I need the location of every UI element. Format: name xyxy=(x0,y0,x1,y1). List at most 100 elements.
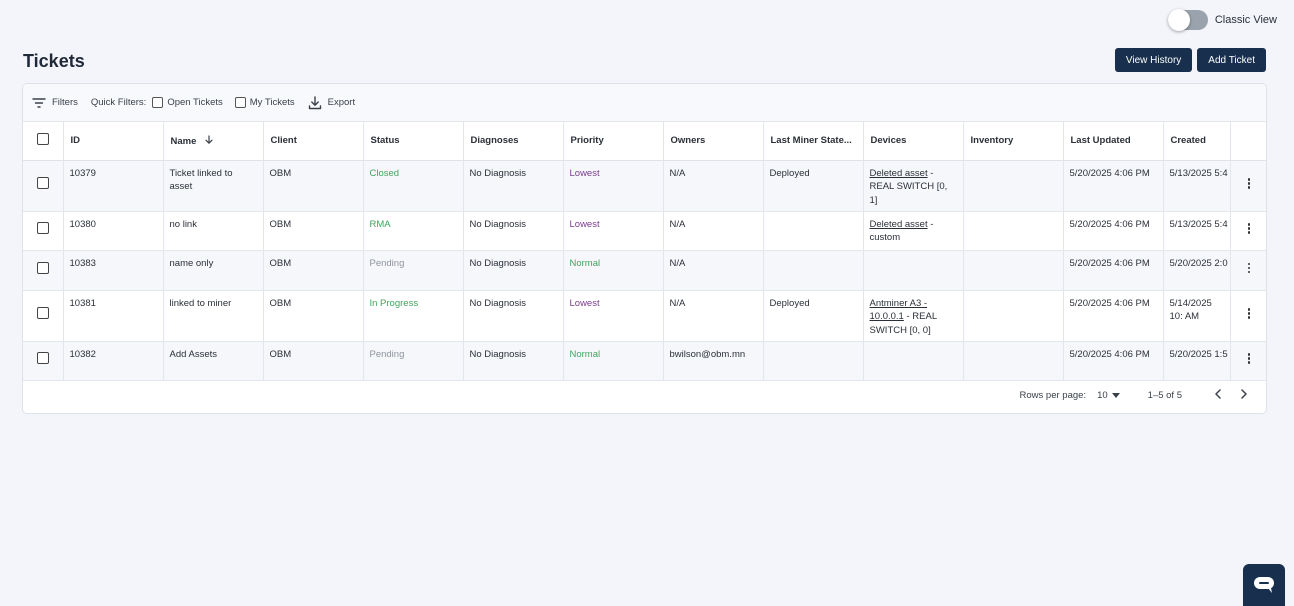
row-select-cell xyxy=(23,290,64,342)
cell-inventory xyxy=(963,341,1064,381)
chevron-right-icon xyxy=(1241,388,1247,399)
cell-priority: Normal xyxy=(563,250,664,291)
cell-name: no link xyxy=(163,211,264,251)
classic-view-label: Classic View xyxy=(1214,14,1277,26)
table-row[interactable]: 10380 no link OBM RMA No Diagnosis Lowes… xyxy=(23,211,1266,251)
export-icon xyxy=(308,95,321,109)
column-header-id[interactable]: ID xyxy=(63,122,164,161)
device-link[interactable]: Deleted asset xyxy=(870,168,928,179)
row-select-cell xyxy=(23,160,64,212)
column-header-name[interactable]: Name xyxy=(163,122,264,161)
previous-page-button[interactable] xyxy=(1208,388,1228,402)
export-button[interactable]: Export xyxy=(308,95,355,110)
column-header-devices[interactable]: Devices xyxy=(863,122,964,161)
cell-owners: N/A xyxy=(663,290,764,342)
row-checkbox[interactable] xyxy=(36,352,49,365)
cell-status: Closed xyxy=(363,160,464,212)
row-actions-cell xyxy=(1230,341,1266,381)
column-header-inventory[interactable]: Inventory xyxy=(963,122,1064,161)
rows-per-page-value: 10 xyxy=(1097,389,1108,401)
cell-priority: Lowest xyxy=(563,290,664,342)
cell-priority: Lowest xyxy=(563,160,664,212)
row-actions-cell xyxy=(1230,211,1266,251)
open-tickets-label: Open Tickets xyxy=(167,97,223,108)
kebab-menu-icon[interactable] xyxy=(1244,222,1254,236)
my-tickets-label: My Tickets xyxy=(249,97,295,108)
cell-priority: Lowest xyxy=(563,211,664,251)
column-header-last-miner-state[interactable]: Last Miner State... xyxy=(763,122,864,161)
quick-filters-label: Quick Filters: xyxy=(90,97,147,108)
table-row[interactable]: 10381 linked to miner OBM In Progress No… xyxy=(23,290,1266,342)
next-page-button[interactable] xyxy=(1234,388,1254,402)
filter-icon xyxy=(32,97,46,108)
select-all-cell xyxy=(23,122,64,161)
column-header-priority[interactable]: Priority xyxy=(563,122,664,161)
cell-diagnoses: No Diagnosis xyxy=(463,211,564,251)
chat-launcher-button[interactable] xyxy=(1243,564,1285,606)
cell-last-miner-state: Deployed xyxy=(763,160,864,212)
table-row[interactable]: 10382 Add Assets OBM Pending No Diagnosi… xyxy=(23,341,1266,381)
column-header-owners[interactable]: Owners xyxy=(663,122,764,161)
cell-status: In Progress xyxy=(363,290,464,342)
cell-last-updated: 5/20/2025 4:06 PM xyxy=(1063,250,1164,291)
row-select-cell xyxy=(23,211,64,251)
open-tickets-filter[interactable]: Open Tickets xyxy=(152,97,223,108)
cell-last-updated: 5/20/2025 4:06 PM xyxy=(1063,341,1164,381)
row-actions-cell xyxy=(1230,290,1266,342)
column-header-client[interactable]: Client xyxy=(263,122,364,161)
cell-id: 10383 xyxy=(63,250,164,291)
column-header-status[interactable]: Status xyxy=(363,122,464,161)
classic-view-toggle[interactable] xyxy=(1167,9,1208,31)
cell-owners: N/A xyxy=(663,160,764,212)
row-checkbox[interactable] xyxy=(36,307,49,320)
cell-client: OBM xyxy=(263,211,364,251)
my-tickets-checkbox[interactable] xyxy=(234,97,246,108)
cell-client: OBM xyxy=(263,160,364,212)
cell-devices xyxy=(863,341,964,381)
rows-per-page-label: Rows per page: xyxy=(1019,389,1087,401)
select-all-checkbox[interactable] xyxy=(36,133,49,146)
view-history-button[interactable]: View History xyxy=(1114,48,1193,72)
cell-priority: Normal xyxy=(563,341,664,381)
cell-name: Ticket linked to asset xyxy=(163,160,264,212)
row-checkbox[interactable] xyxy=(36,261,49,274)
cell-name: Add Assets xyxy=(163,341,264,381)
cell-inventory xyxy=(963,160,1064,212)
cell-id: 10380 xyxy=(63,211,164,251)
kebab-menu-icon[interactable] xyxy=(1244,177,1254,191)
device-link[interactable]: Deleted asset xyxy=(870,219,928,230)
cell-last-updated: 5/20/2025 4:06 PM xyxy=(1063,211,1164,251)
cell-devices: Antminer A3 - 10.0.0.1 - REAL SWITCH [0,… xyxy=(863,290,964,342)
kebab-menu-icon[interactable] xyxy=(1244,352,1254,366)
cell-diagnoses: No Diagnosis xyxy=(463,160,564,212)
row-checkbox[interactable] xyxy=(36,177,49,190)
column-header-last-updated[interactable]: Last Updated xyxy=(1063,122,1164,161)
cell-client: OBM xyxy=(263,250,364,291)
cell-inventory xyxy=(963,250,1064,291)
cell-created: 5/14/2025 10: AM xyxy=(1163,290,1231,342)
filters-label: Filters xyxy=(52,97,78,108)
column-header-diagnoses[interactable]: Diagnoses xyxy=(463,122,564,161)
cell-name: linked to miner xyxy=(163,290,264,342)
open-tickets-checkbox[interactable] xyxy=(152,97,164,108)
filters-button[interactable]: Filters xyxy=(32,97,78,108)
column-header-created[interactable]: Created xyxy=(1163,122,1231,161)
cell-created: 5/13/2025 5:4 xyxy=(1163,211,1231,251)
cell-last-miner-state: Deployed xyxy=(763,290,864,342)
rows-per-page-select[interactable]: 10 xyxy=(1097,390,1120,401)
cell-owners: N/A xyxy=(663,211,764,251)
cell-id: 10379 xyxy=(63,160,164,212)
cell-devices xyxy=(863,250,964,291)
kebab-menu-icon[interactable] xyxy=(1244,261,1254,275)
cell-last-updated: 5/20/2025 4:06 PM xyxy=(1063,160,1164,212)
toggle-knob xyxy=(1167,9,1190,31)
column-header-name-label: Name xyxy=(170,135,197,147)
row-select-cell xyxy=(23,250,64,291)
table-row[interactable]: 10379 Ticket linked to asset OBM Closed … xyxy=(23,160,1266,212)
add-ticket-button[interactable]: Add Ticket xyxy=(1197,48,1266,72)
table-row[interactable]: 10383 name only OBM Pending No Diagnosis… xyxy=(23,250,1266,291)
row-checkbox[interactable] xyxy=(36,222,49,235)
kebab-menu-icon[interactable] xyxy=(1244,307,1254,321)
my-tickets-filter[interactable]: My Tickets xyxy=(234,97,295,108)
cell-last-updated: 5/20/2025 4:06 PM xyxy=(1063,290,1164,342)
